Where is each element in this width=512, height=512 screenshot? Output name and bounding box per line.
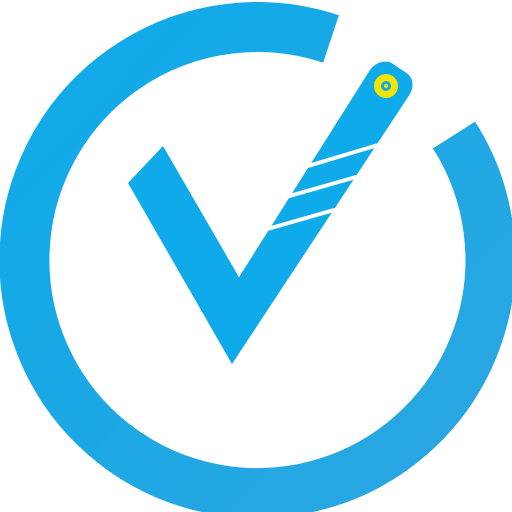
app-logo bbox=[0, 0, 512, 512]
pen-tip bbox=[374, 74, 398, 98]
checkmark-pen-circle-icon bbox=[0, 2, 512, 512]
pen-body bbox=[210, 61, 413, 365]
